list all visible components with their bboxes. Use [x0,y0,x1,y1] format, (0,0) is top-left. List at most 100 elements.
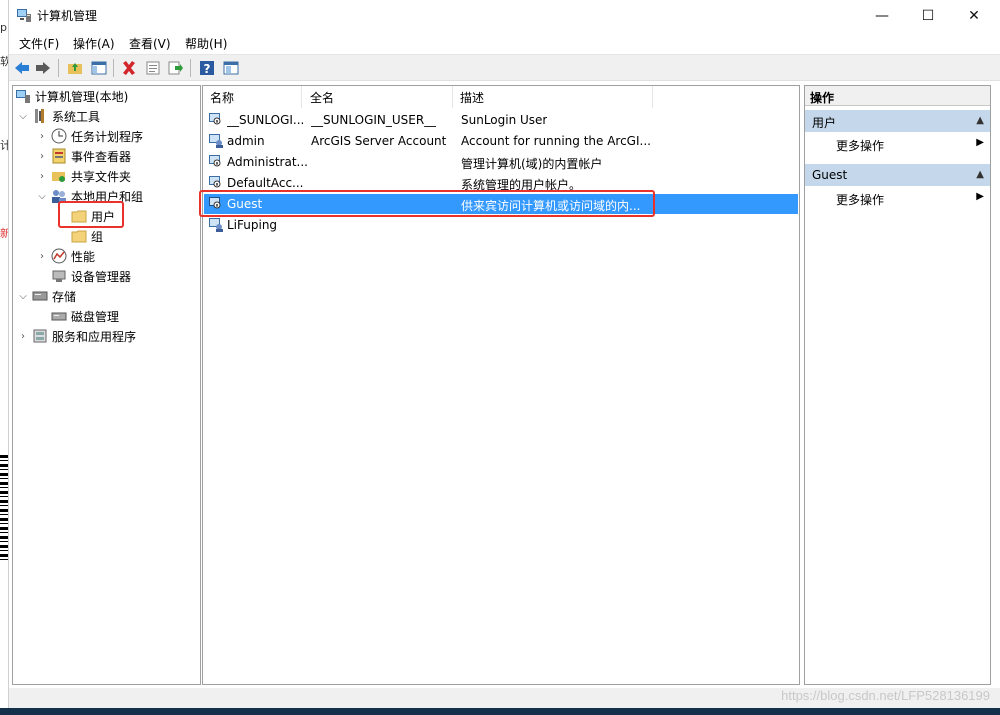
device-manager-icon [52,270,66,282]
expanded-chevron-icon[interactable]: ⌵ [36,190,48,202]
help-icon: ? [199,61,214,76]
menu-action[interactable]: 操作(A) [73,35,115,52]
close-icon: ✕ [968,7,980,24]
more-actions-item[interactable]: 更多操作 ▶ [805,188,990,208]
user-row[interactable]: __SUNLOGI... __SUNLOGIN_USER__ SunLogin … [204,110,798,130]
user-row[interactable]: LiFuping [204,215,798,235]
minimize-button[interactable]: — [859,0,905,31]
maximize-icon: ☐ [921,7,935,24]
tree-item-performance[interactable]: › 性能 [36,246,95,266]
section-title: 用户 [812,116,837,130]
user-description: SunLogin User [461,113,548,127]
submenu-arrow-icon: ▶ [976,137,984,148]
collapsed-chevron-icon[interactable]: › [36,130,48,142]
task-scheduler-icon [51,128,67,144]
expanded-chevron-icon[interactable]: ⌵ [17,110,29,122]
submenu-arrow-icon: ▶ [976,191,984,202]
minimize-icon: — [875,7,889,24]
show-action-pane-icon [223,61,238,75]
actions-header: 操作 [805,86,990,106]
tree-item-label: 事件查看器 [71,149,132,164]
delete-icon [122,61,135,75]
user-name: __SUNLOGI... [227,113,305,127]
disabled-user-icon [209,113,221,125]
column-header-name[interactable]: 名称 [203,86,302,108]
toolbar-separator [113,59,114,77]
tree-item-label: 组 [91,229,104,244]
watermark: https://blog.csdn.net/LFP528136199 [781,688,990,703]
tree-item-shared-folders[interactable]: › 共享文件夹 [36,166,131,186]
back-button[interactable] [12,59,31,77]
help-button[interactable]: ? [197,59,216,77]
tree-item-system-tools[interactable]: ⌵ 系统工具 [17,106,100,126]
taskbar-strip [0,708,1000,715]
highlight-box-users [58,201,124,228]
forward-button[interactable] [33,59,52,77]
collapsed-chevron-icon[interactable]: › [36,150,48,162]
close-button[interactable]: ✕ [951,0,997,31]
toolbar-separator [58,59,59,77]
computer-management-icon [16,90,30,103]
users-list: 名称 全名 描述 __SUNLOGI... __SUNLOGIN_USER__ … [202,85,800,685]
up-one-level-button[interactable] [65,59,84,77]
column-header-fullname[interactable]: 全名 [303,86,453,108]
tree-item-event-viewer[interactable]: › 事件查看器 [36,146,131,166]
show-hide-tree-button[interactable] [89,59,108,77]
collapse-triangle-icon[interactable]: ▲ [976,169,984,180]
menu-bar: 文件(F) 操作(A) 查看(V) 帮助(H) [9,31,1000,54]
tree-item-task-scheduler[interactable]: › 任务计划程序 [36,126,143,146]
tree-item-storage[interactable]: ⌵ 存储 [17,286,76,306]
tree-item-device-manager[interactable]: 设备管理器 [51,266,131,286]
expanded-chevron-icon[interactable]: ⌵ [17,290,29,302]
computer-management-icon [17,9,31,22]
tree-item-label: 任务计划程序 [71,129,144,144]
user-row[interactable]: admin ArcGIS Server Account Account for … [204,131,798,151]
user-row[interactable]: Administrat... 管理计算机(域)的内置帐户 [204,152,798,172]
user-description: Account for running the ArcGI... [461,134,651,148]
user-fullname: ArcGIS Server Account [311,134,447,148]
tree-item-label: 共享文件夹 [71,169,132,184]
column-header-description[interactable]: 描述 [453,86,653,108]
user-icon [209,134,223,148]
delete-button[interactable] [119,59,138,77]
title-bar[interactable]: 计算机管理 — ☐ ✕ [9,0,1000,31]
properties-button[interactable] [143,59,162,77]
action-label: 更多操作 [836,193,885,207]
collapsed-chevron-icon[interactable]: › [17,330,29,342]
maximize-button[interactable]: ☐ [905,0,951,31]
toolbar: ? [9,54,1000,81]
actions-section-guest[interactable]: Guest ▲ [805,164,990,186]
user-description: 管理计算机(域)的内置帐户 [461,157,603,171]
menu-help[interactable]: 帮助(H) [185,35,227,52]
tree-item-label: 存储 [52,289,77,304]
properties-icon [146,61,159,75]
tree-item-label: 计算机管理(本地) [35,89,129,104]
forward-icon [35,62,50,74]
folder-icon [71,230,87,243]
tree-item-services-applications[interactable]: › 服务和应用程序 [17,326,136,346]
menu-view[interactable]: 查看(V) [129,35,171,52]
tree-item-disk-management[interactable]: 磁盘管理 [51,306,119,326]
storage-icon [32,291,48,301]
event-viewer-icon [52,148,66,164]
collapse-triangle-icon[interactable]: ▲ [976,115,984,126]
bg-text: p [0,21,7,34]
collapsed-chevron-icon[interactable]: › [36,250,48,262]
console-tree: 计算机管理(本地) ⌵ 系统工具 › 任务计划程序 › 事件查看器 › 共享文件… [12,85,201,685]
more-actions-item[interactable]: 更多操作 ▶ [805,134,990,154]
user-name: DefaultAcc... [227,176,304,190]
user-icon [209,218,223,232]
computer-management-window: 计算机管理 — ☐ ✕ 文件(F) 操作(A) 查看(V) 帮助(H) ? 计算… [8,0,1000,708]
tree-item-computer-management[interactable]: 计算机管理(本地) [15,86,128,106]
tree-item-label: 磁盘管理 [71,309,120,324]
user-name: Administrat... [227,155,308,169]
menu-file[interactable]: 文件(F) [19,35,59,52]
tree-item-groups[interactable]: 组 [71,226,103,246]
svg-text:?: ? [203,62,210,76]
services-apps-icon [33,329,47,343]
show-action-pane-button[interactable] [221,59,240,77]
collapsed-chevron-icon[interactable]: › [36,170,48,182]
performance-icon [51,248,67,264]
export-list-button[interactable] [166,59,185,77]
actions-section-users[interactable]: 用户 ▲ [805,110,990,132]
